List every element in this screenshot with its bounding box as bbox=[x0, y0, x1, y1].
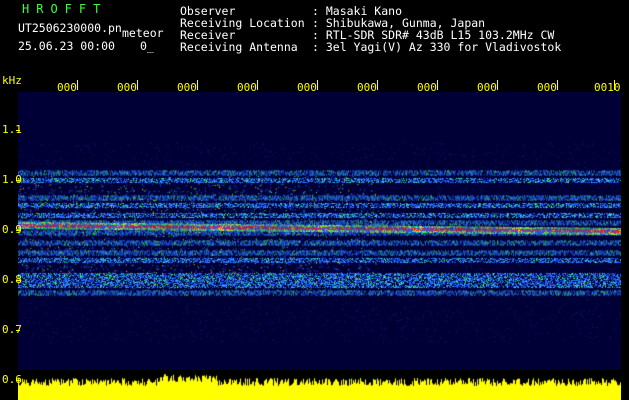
datetime-label: 25.06.23 00:00 bbox=[18, 39, 115, 53]
time-tick-mark bbox=[317, 80, 318, 90]
time-tick-label: 0010 bbox=[594, 81, 621, 94]
time-tick-label: 000 bbox=[477, 81, 497, 94]
meteor-label: meteor bbox=[122, 26, 164, 40]
time-tick-mark bbox=[257, 80, 258, 90]
time-tick-label: 000 bbox=[57, 81, 77, 94]
time-tick-mark bbox=[77, 80, 78, 90]
time-tick-mark bbox=[497, 80, 498, 90]
time-tick-label: 000 bbox=[357, 81, 377, 94]
frequency-tick-mark bbox=[16, 130, 20, 131]
frequency-tick-mark bbox=[16, 280, 20, 281]
frequency-tick-mark bbox=[16, 180, 20, 181]
count-label: 0_ bbox=[140, 39, 154, 53]
brand-title: HROFFT bbox=[22, 2, 108, 16]
time-tick-mark bbox=[614, 80, 615, 90]
frequency-tick-mark bbox=[16, 380, 20, 381]
amplitude-strip bbox=[18, 370, 621, 400]
spectrogram-canvas bbox=[18, 92, 621, 377]
axis-unit-label: kHz bbox=[2, 74, 22, 87]
time-tick-label: 000 bbox=[117, 81, 137, 94]
antenna-label: Receiving Antenna bbox=[180, 40, 298, 54]
time-tick-label: 000 bbox=[177, 81, 197, 94]
time-tick-mark bbox=[557, 80, 558, 90]
antenna-value: : 3el Yagi(V) Az 330 for Vladivostok bbox=[312, 40, 562, 54]
time-tick-label: 000 bbox=[297, 81, 317, 94]
time-tick-mark bbox=[377, 80, 378, 90]
time-tick-mark bbox=[137, 80, 138, 90]
time-tick-label: 000 bbox=[537, 81, 557, 94]
time-tick-mark bbox=[197, 80, 198, 90]
frequency-tick-mark bbox=[16, 330, 20, 331]
time-tick-mark bbox=[437, 80, 438, 90]
frequency-tick-mark bbox=[16, 230, 20, 231]
time-tick-label: 000 bbox=[417, 81, 437, 94]
filename-label: UT2506230000.pn bbox=[18, 21, 122, 35]
time-tick-label: 000 bbox=[237, 81, 257, 94]
